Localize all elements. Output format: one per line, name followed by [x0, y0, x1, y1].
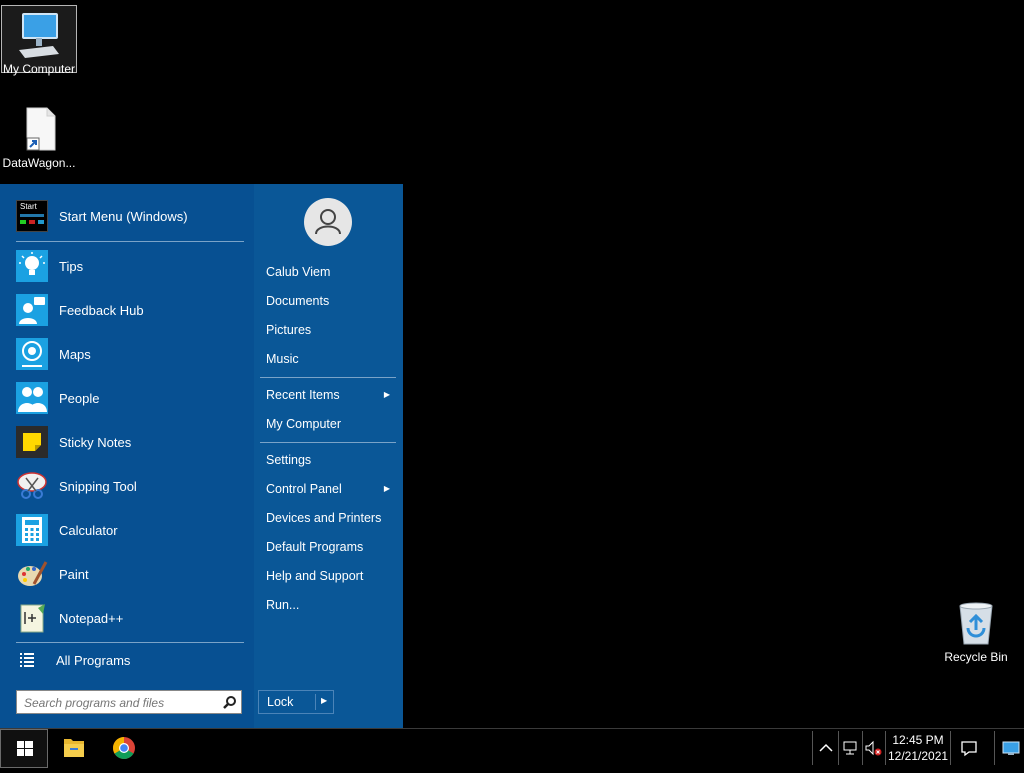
- submenu-arrow-icon: ▶: [383, 390, 390, 399]
- menu-item-recent-items[interactable]: Recent Items ▶: [266, 384, 394, 406]
- sticky-notes-icon: [16, 426, 48, 458]
- pinned-item-people[interactable]: People: [16, 380, 99, 416]
- all-programs-button[interactable]: All Programs: [18, 648, 130, 672]
- pinned-item-feedback-hub[interactable]: Feedback Hub: [16, 292, 144, 328]
- start-menu-programs-pane: Start Start Menu (Windows) Tips Feedback…: [0, 184, 254, 728]
- tray-separator: [994, 731, 995, 765]
- desktop-icon-my-computer[interactable]: My Computer: [1, 5, 77, 76]
- clock-date: 12/21/2021: [888, 749, 949, 763]
- volume-muted-icon[interactable]: [864, 739, 882, 757]
- all-programs-label: All Programs: [56, 652, 131, 668]
- start-menu-app-icon: Start: [16, 200, 48, 232]
- menu-item-default-programs[interactable]: Default Programs: [266, 536, 394, 558]
- recycle-bin-icon: [959, 602, 993, 645]
- desktop-icon-label: My Computer: [2, 62, 76, 76]
- menu-item-control-panel[interactable]: Control Panel ▶: [266, 478, 394, 500]
- separator: [260, 442, 396, 443]
- start-menu-windows-label: Start Menu (Windows): [59, 208, 188, 224]
- pinned-item-snipping-tool[interactable]: Snipping Tool: [16, 468, 137, 504]
- taskbar-chrome[interactable]: [100, 729, 148, 768]
- submenu-arrow-icon: ▶: [383, 484, 390, 493]
- tray-separator: [812, 731, 813, 765]
- network-icon[interactable]: [841, 739, 859, 757]
- computer-icon: [19, 13, 59, 58]
- pinned-item-paint[interactable]: Paint: [16, 556, 89, 592]
- pinned-item-label: Snipping Tool: [59, 478, 137, 494]
- tray-separator: [885, 731, 886, 765]
- menu-item-label: Recent Items: [266, 388, 340, 402]
- chrome-icon: [113, 737, 135, 759]
- menu-item-devices-and-printers[interactable]: Devices and Printers: [266, 507, 394, 529]
- chevron-up-icon[interactable]: [817, 739, 835, 757]
- paint-palette-icon: [16, 558, 48, 590]
- separator: [16, 241, 244, 242]
- search-input[interactable]: [22, 692, 216, 714]
- menu-item-user-name[interactable]: Calub Viem: [266, 261, 394, 283]
- pinned-item-label: Sticky Notes: [59, 434, 132, 450]
- start-menu-windows-item[interactable]: Start Start Menu (Windows): [16, 198, 188, 234]
- shortcut-file-icon: [26, 107, 56, 151]
- lightbulb-icon: [16, 250, 48, 282]
- lock-button[interactable]: Lock ▶: [258, 690, 334, 714]
- pinned-item-label: Maps: [59, 346, 91, 362]
- pinned-item-label: Paint: [59, 566, 89, 582]
- pinned-item-label: Tips: [59, 258, 84, 274]
- separator: [16, 642, 244, 643]
- menu-item-help-and-support[interactable]: Help and Support: [266, 565, 394, 587]
- menu-item-settings[interactable]: Settings: [266, 449, 394, 471]
- calculator-icon: [16, 514, 48, 546]
- folder-icon: [64, 739, 84, 757]
- pinned-item-tips[interactable]: Tips: [16, 248, 83, 284]
- separator: [260, 377, 396, 378]
- tray-separator: [838, 731, 839, 765]
- pinned-item-label: Notepad++: [59, 610, 124, 626]
- menu-item-pictures[interactable]: Pictures: [266, 319, 394, 341]
- pinned-item-sticky-notes[interactable]: Sticky Notes: [16, 424, 131, 460]
- desktop-icon-recycle-bin[interactable]: Recycle Bin: [938, 600, 1014, 664]
- notepad-plus-icon: [16, 602, 48, 634]
- tray-separator: [862, 731, 863, 765]
- start-button[interactable]: [0, 729, 48, 768]
- lock-options-arrow-icon[interactable]: ▶: [321, 696, 327, 705]
- taskbar: 12:45 PM 12/21/2021: [0, 728, 1024, 768]
- pinned-item-label: People: [59, 390, 100, 406]
- search-box[interactable]: [16, 690, 242, 714]
- action-center-icon[interactable]: [960, 739, 978, 757]
- menu-item-music[interactable]: Music: [266, 348, 394, 370]
- clock-time: 12:45 PM: [892, 733, 944, 747]
- lock-divider: [315, 694, 316, 710]
- people-icon: [16, 382, 48, 414]
- taskbar-file-explorer[interactable]: [50, 729, 98, 768]
- maps-icon: [16, 338, 48, 370]
- pinned-item-calculator[interactable]: Calculator: [16, 512, 118, 548]
- pinned-item-label: Feedback Hub: [59, 302, 144, 318]
- menu-item-my-computer[interactable]: My Computer: [266, 413, 394, 435]
- desktop-icon-label: DataWagon...: [2, 156, 76, 170]
- windows-logo-icon: [17, 741, 33, 756]
- lock-label: Lock: [267, 695, 294, 709]
- feedback-hub-icon: [16, 294, 48, 326]
- list-icon: [18, 650, 38, 670]
- desktop-icon-datawagon[interactable]: DataWagon...: [1, 106, 77, 170]
- user-icon: [315, 209, 341, 235]
- menu-item-run[interactable]: Run...: [266, 594, 394, 616]
- show-desktop-icon[interactable]: [1002, 739, 1020, 757]
- menu-item-label: Control Panel: [266, 482, 342, 496]
- pinned-item-notepad-plus-plus[interactable]: Notepad++: [16, 600, 123, 636]
- start-menu-places-pane: Calub Viem Documents Pictures Music Rece…: [254, 184, 403, 728]
- pinned-item-maps[interactable]: Maps: [16, 336, 91, 372]
- user-avatar[interactable]: [304, 198, 352, 246]
- desktop-icon-label: Recycle Bin: [944, 650, 1008, 664]
- taskbar-clock[interactable]: 12:45 PM 12/21/2021: [888, 732, 948, 764]
- menu-item-documents[interactable]: Documents: [266, 290, 394, 312]
- tray-separator: [950, 731, 951, 765]
- start-menu: Start Start Menu (Windows) Tips Feedback…: [0, 184, 403, 728]
- search-icon[interactable]: [223, 695, 237, 709]
- pinned-item-label: Calculator: [59, 522, 118, 538]
- scissors-icon: [16, 470, 48, 502]
